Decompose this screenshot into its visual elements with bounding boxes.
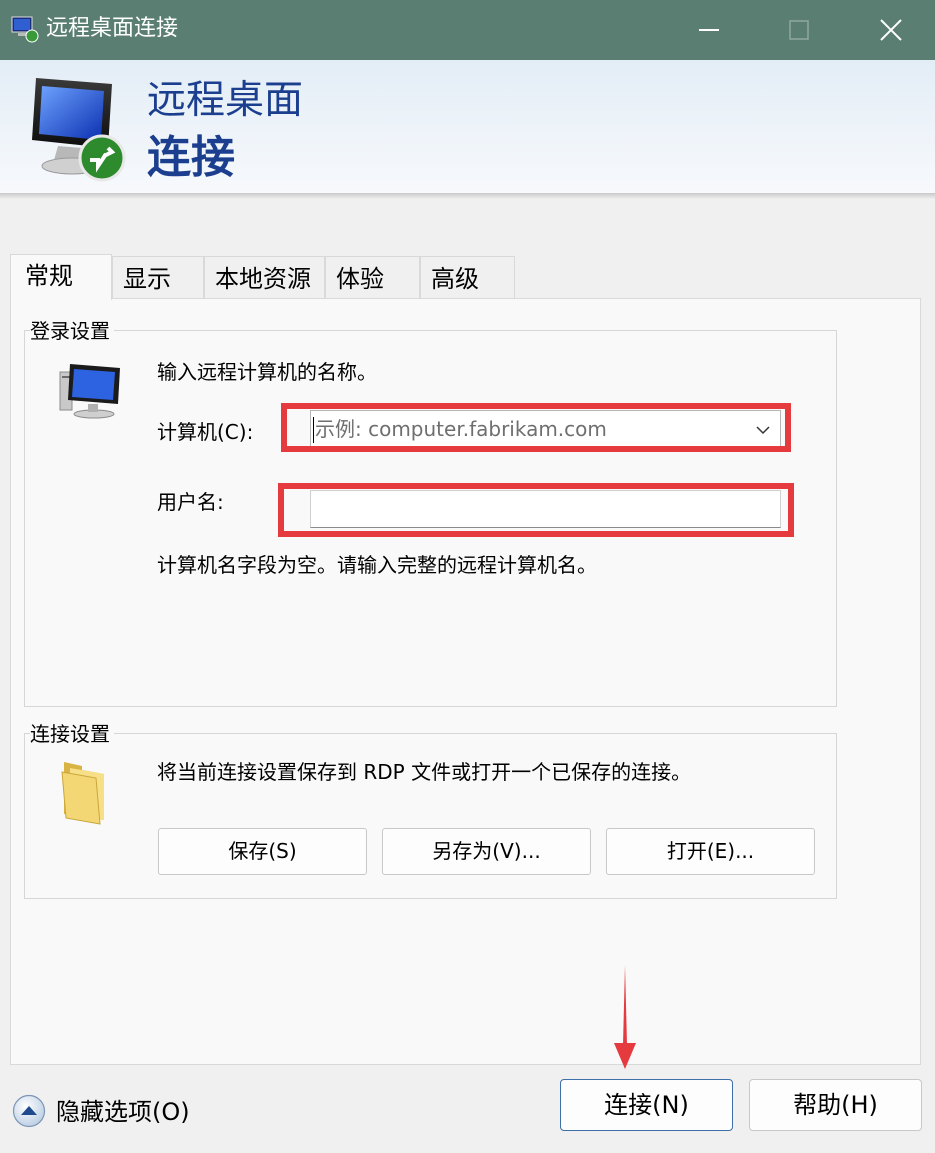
tab-local-resources[interactable]: 本地资源 <box>204 256 325 300</box>
banner-divider <box>0 193 935 199</box>
tab-experience[interactable]: 体验 <box>325 256 420 300</box>
annotation-arrow-icon <box>614 965 636 1069</box>
remote-desktop-icon <box>32 78 126 182</box>
banner-title-line2: 连接 <box>147 132 235 183</box>
connection-settings-title: 连接设置 <box>30 721 114 747</box>
title-bar[interactable]: 远程桌面连接 <box>0 0 935 60</box>
computer-icon <box>59 364 120 419</box>
computer-name-warning: 计算机名字段为空。请输入完整的远程计算机名。 <box>157 553 597 577</box>
window-title: 远程桌面连接 <box>46 16 179 41</box>
highlight-box-username <box>278 483 794 537</box>
maximize-icon <box>789 20 809 40</box>
hide-options-label: 隐藏选项(O) <box>56 1098 190 1126</box>
tab-general[interactable]: 常规 <box>10 254 112 300</box>
connect-button[interactable]: 连接(N) <box>560 1079 733 1131</box>
tab-display[interactable]: 显示 <box>112 256 204 300</box>
save-as-button[interactable]: 另存为(V)... <box>382 828 591 875</box>
help-button[interactable]: 帮助(H) <box>749 1079 922 1131</box>
minimize-icon <box>699 29 719 31</box>
remote-desktop-app-icon <box>11 16 39 43</box>
minimize-button[interactable] <box>664 0 754 60</box>
banner-title-line1: 远程桌面 <box>147 78 304 123</box>
computer-label: 计算机(C): <box>157 420 254 444</box>
highlight-box-computer <box>281 403 791 452</box>
connection-description: 将当前连接设置保存到 RDP 文件或打开一个已保存的连接。 <box>157 760 692 784</box>
open-button[interactable]: 打开(E)... <box>606 828 815 875</box>
save-button[interactable]: 保存(S) <box>158 828 367 875</box>
folder-icon <box>61 762 104 825</box>
close-icon <box>880 19 902 41</box>
tab-advanced[interactable]: 高级 <box>420 256 515 300</box>
header-banner: 远程桌面 连接 <box>0 60 935 193</box>
close-button[interactable] <box>846 0 935 60</box>
login-instruction: 输入远程计算机的名称。 <box>157 360 377 384</box>
login-settings-title: 登录设置 <box>30 318 114 344</box>
maximize-button[interactable] <box>754 0 844 60</box>
chevron-up-circle-icon <box>12 1094 46 1128</box>
username-label: 用户名: <box>157 490 224 514</box>
